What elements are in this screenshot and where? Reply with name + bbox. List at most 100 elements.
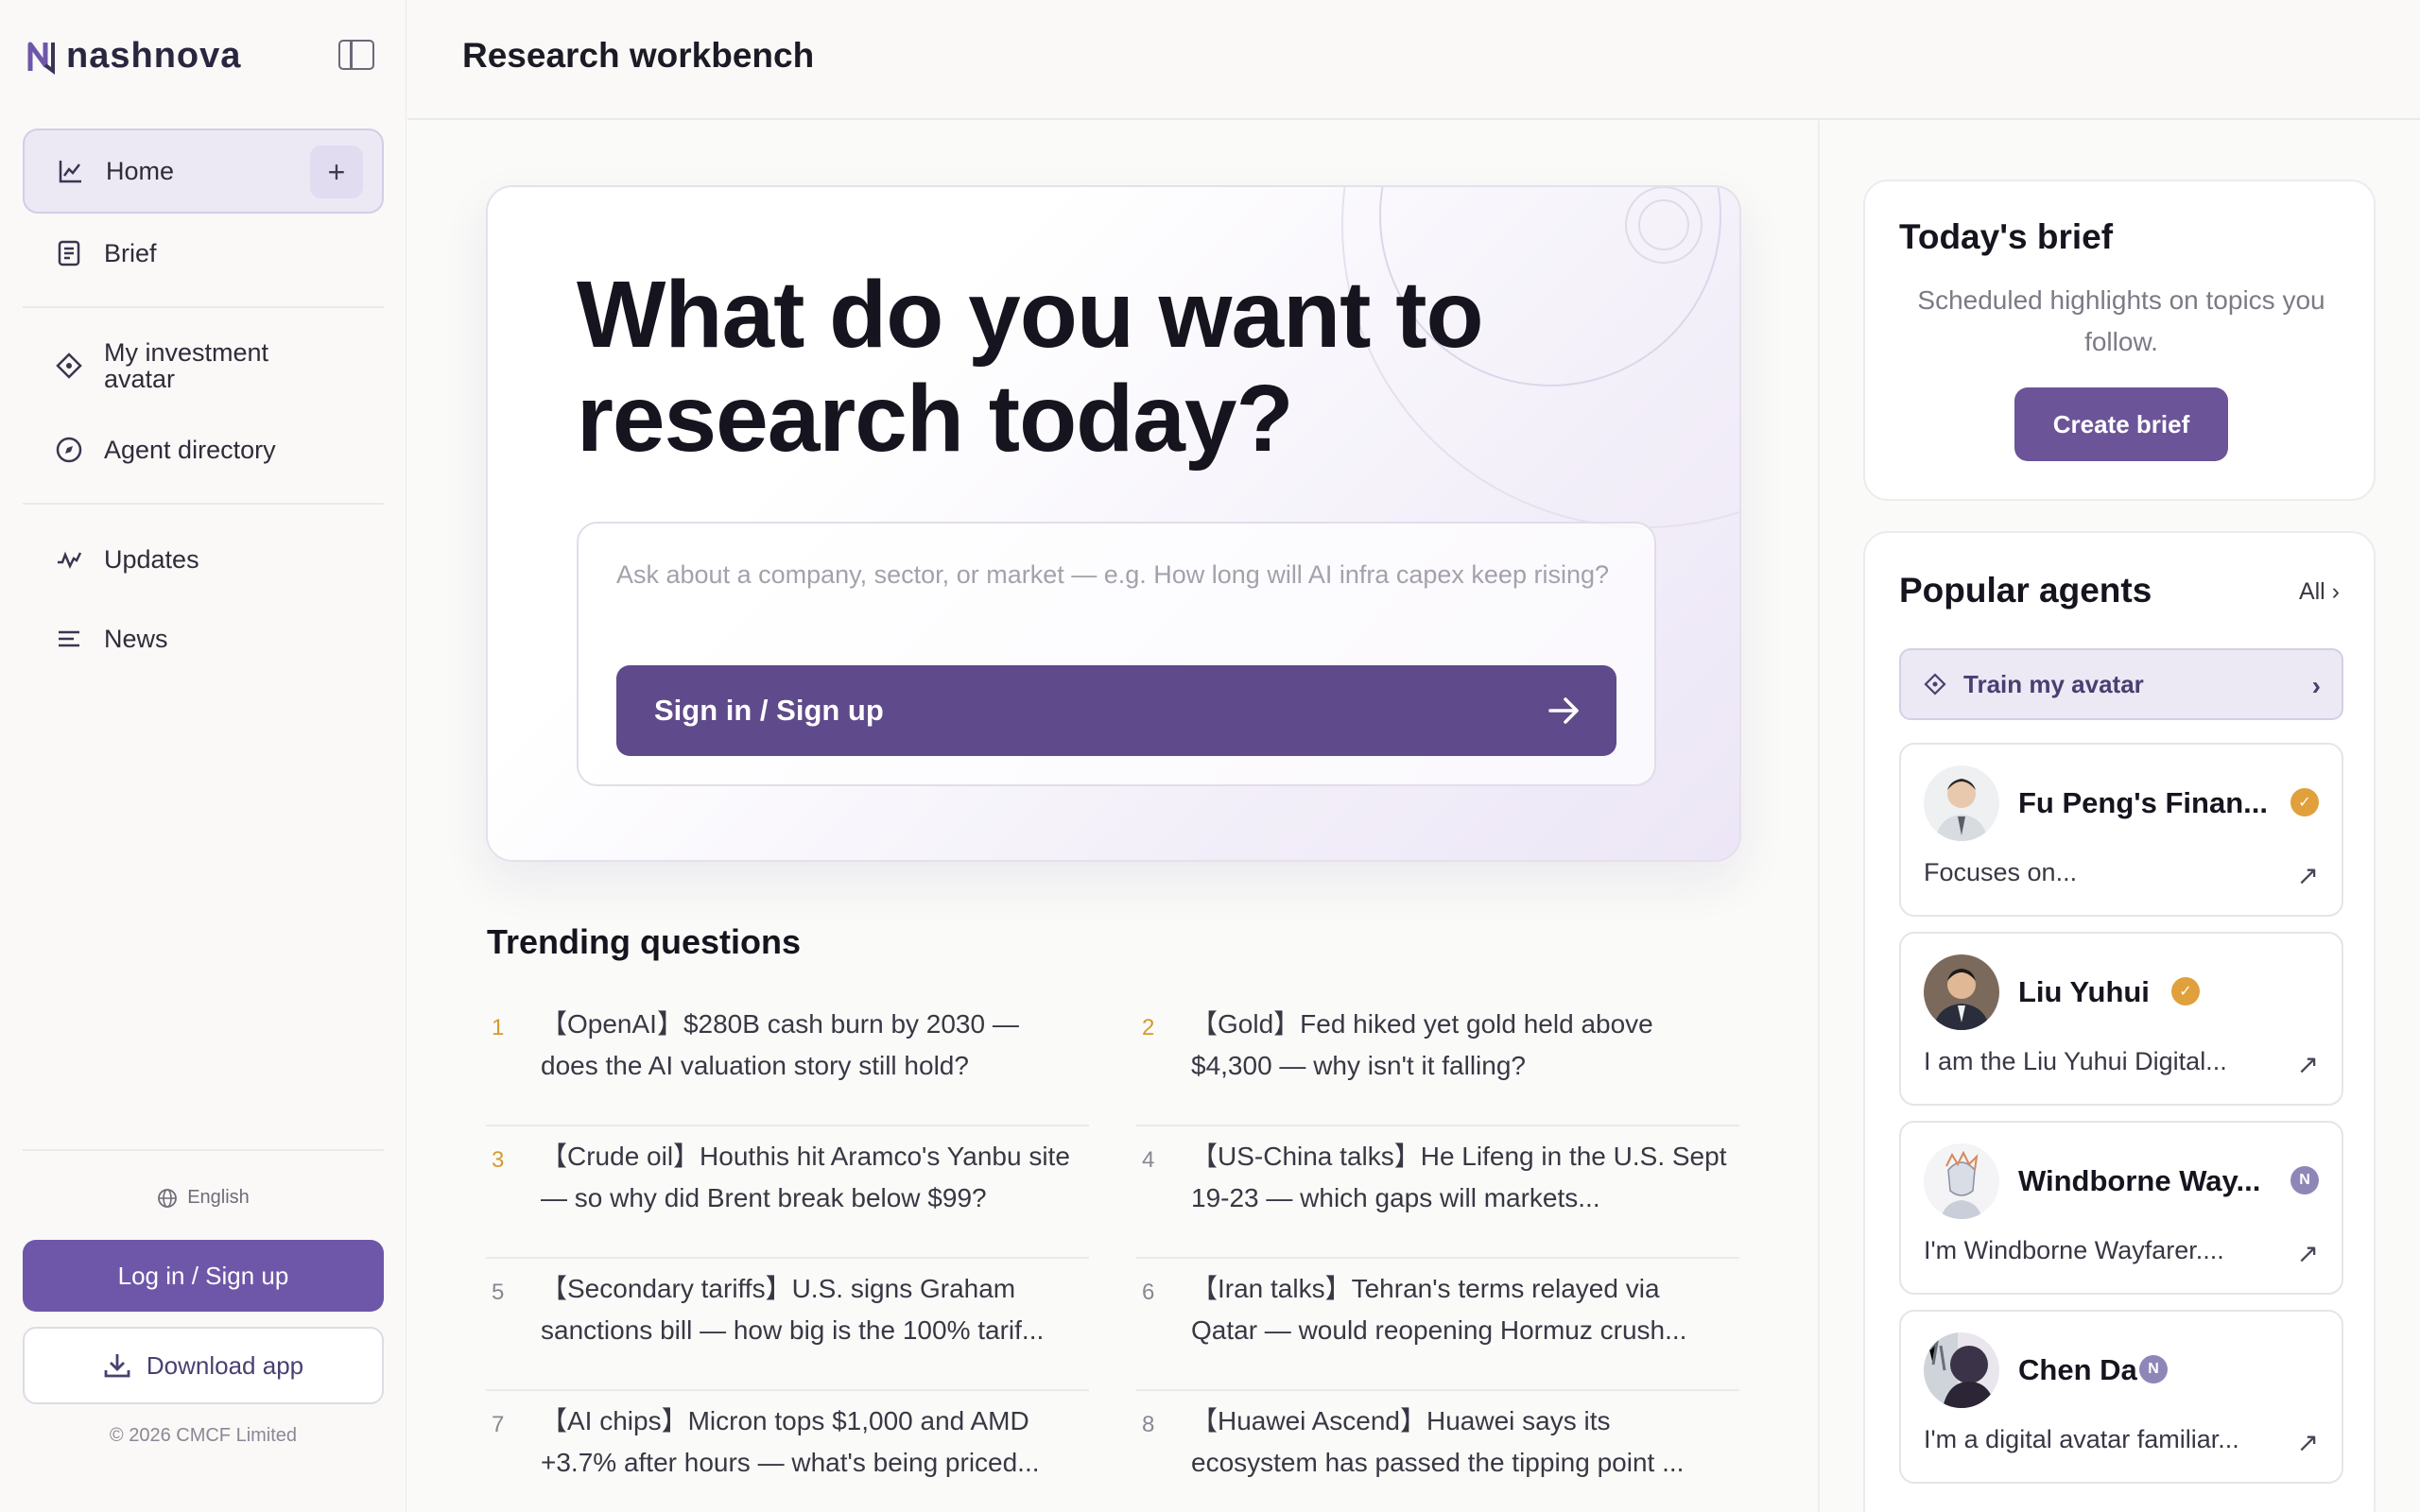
language-selector[interactable]: English: [0, 1187, 406, 1209]
agent-card[interactable]: Chen Da N I'm a digital avatar familiar.…: [1899, 1310, 2343, 1484]
agent-name: Chen Da: [2018, 1353, 2137, 1386]
sidebar-item-label: My investment avatar: [104, 337, 269, 393]
sidebar-item-label: News: [104, 624, 168, 653]
agent-card[interactable]: Liu Yuhui ✓ I am the Liu Yuhui Digital..…: [1899, 932, 2343, 1106]
chevron-right-icon: ›: [2311, 671, 2321, 700]
agent-name: Liu Yuhui: [2018, 975, 2150, 1008]
create-brief-button[interactable]: Create brief: [2014, 387, 2228, 461]
agent-name: Fu Peng's Finan...: [2018, 786, 2268, 819]
brand-name: nashnova: [66, 36, 242, 76]
trending-rank: 2: [1142, 1015, 1155, 1040]
agent-description: I am the Liu Yuhui Digital...: [1924, 1047, 2227, 1075]
sidebar: nashnova Home + Brief My investment avat…: [0, 0, 406, 1512]
login-signup-button[interactable]: Log in / Sign up: [23, 1240, 384, 1312]
train-avatar-label: Train my avatar: [1963, 669, 2144, 698]
hero-title: What do you want to research today?: [577, 262, 1484, 472]
trending-question: 【Huawei Ascend】Huawei says its ecosystem…: [1191, 1406, 1685, 1477]
avatar: [1924, 1332, 1999, 1408]
trending-item[interactable]: 3 【Crude oil】Houthis hit Aramco's Yanbu …: [486, 1126, 1089, 1259]
trending-item[interactable]: 5 【Secondary tariffs】U.S. signs Graham s…: [486, 1259, 1089, 1391]
document-icon: [55, 239, 83, 267]
sidebar-item-brief[interactable]: Brief: [23, 229, 384, 278]
sidebar-divider: [23, 1149, 384, 1151]
sidebar-item-updates[interactable]: Updates: [23, 535, 384, 584]
sidebar-item-label: Agent directory: [104, 435, 276, 464]
trending-rank: 8: [1142, 1412, 1155, 1437]
page-title: Research workbench: [462, 36, 815, 75]
sidebar-divider: [23, 306, 384, 308]
sidebar-item-news[interactable]: News: [23, 614, 384, 663]
sidebar-item-label: Brief: [104, 238, 157, 267]
sidebar-item-label: Updates: [104, 544, 199, 574]
globe-icon: [158, 1188, 178, 1208]
arrow-up-right-icon: ↗: [2296, 1050, 2319, 1079]
agents-title: Popular agents: [1899, 571, 2152, 610]
column-divider: [1818, 121, 1820, 1512]
trending-rank: 3: [492, 1147, 505, 1173]
avatar: [1924, 765, 1999, 841]
arrow-right-icon: [1548, 697, 1579, 724]
trending-title: Trending questions: [487, 922, 802, 961]
top-header: Research workbench: [407, 0, 2420, 120]
arrow-up-right-icon: ↗: [2296, 1428, 2319, 1457]
trending-question: 【Crude oil】Houthis hit Aramco's Yanbu si…: [541, 1142, 1070, 1212]
research-query-box[interactable]: Ask about a company, sector, or market —…: [577, 522, 1656, 786]
trending-rank: 4: [1142, 1147, 1155, 1173]
nashnova-badge-icon: N: [2139, 1355, 2168, 1383]
avatar: [1924, 1143, 1999, 1219]
list-icon: [55, 625, 83, 653]
trending-rank: 5: [492, 1280, 505, 1305]
trending-item[interactable]: 6 【Iran talks】Tehran's terms relayed via…: [1136, 1259, 1739, 1391]
agent-description: I'm Windborne Wayfarer....: [1924, 1236, 2224, 1264]
nashnova-badge-icon: N: [2290, 1166, 2319, 1194]
brand-logo[interactable]: nashnova: [26, 36, 241, 77]
agent-card[interactable]: Windborne Way... N I'm Windborne Wayfare…: [1899, 1121, 2343, 1295]
signin-signup-button[interactable]: Sign in / Sign up: [616, 665, 1616, 756]
train-avatar-button[interactable]: Train my avatar ›: [1899, 648, 2343, 720]
trending-question: 【OpenAI】$280B cash burn by 2030 — does t…: [541, 1009, 1019, 1080]
agent-description: Focuses on...: [1924, 858, 2078, 886]
trending-rank: 7: [492, 1412, 505, 1437]
brief-subtitle: Scheduled highlights on topics you follo…: [1917, 285, 2325, 356]
arrow-up-right-icon: ↗: [2296, 861, 2319, 890]
search-input[interactable]: Ask about a company, sector, or market —…: [616, 554, 1618, 595]
trending-rank: 1: [492, 1015, 505, 1040]
todays-brief-card: Today's brief Scheduled highlights on to…: [1863, 180, 2376, 501]
arrow-up-right-icon: ↗: [2296, 1239, 2319, 1268]
popular-agents-card: Popular agents All › Train my avatar › F…: [1863, 531, 2376, 1512]
verified-badge-icon: ✓: [2290, 788, 2319, 816]
copyright-text: © 2026 CMCF Limited: [109, 1425, 298, 1446]
trending-item[interactable]: 4 【US-China talks】He Lifeng in the U.S. …: [1136, 1126, 1739, 1259]
agent-description: I'm a digital avatar familiar...: [1924, 1425, 2239, 1453]
sidebar-item-home[interactable]: Home +: [23, 129, 384, 214]
agent-name: Windborne Way...: [2018, 1164, 2261, 1197]
trending-item[interactable]: 2 【Gold】Fed hiked yet gold held above $4…: [1136, 994, 1739, 1126]
language-label: English: [187, 1187, 250, 1208]
sidebar-item-investment-avatar[interactable]: My investment avatar: [23, 336, 384, 395]
activity-icon: [55, 545, 83, 574]
trending-rank: 6: [1142, 1280, 1155, 1305]
view-all-agents-link[interactable]: All ›: [2299, 578, 2340, 606]
trending-item[interactable]: 7 【AI chips】Micron tops $1,000 and AMD +…: [486, 1391, 1089, 1512]
trending-question: 【AI chips】Micron tops $1,000 and AMD +3.…: [541, 1406, 1040, 1477]
hero-card: What do you want to research today? Ask …: [486, 185, 1741, 862]
sidebar-item-label: Home: [106, 156, 175, 185]
download-icon: [104, 1354, 130, 1378]
brief-title: Today's brief: [1899, 217, 2114, 256]
verified-badge-icon: ✓: [2171, 977, 2200, 1005]
agent-card[interactable]: Fu Peng's Finan... ✓ Focuses on... ↗: [1899, 743, 2343, 917]
signin-label: Sign in / Sign up: [654, 694, 884, 727]
new-chat-button[interactable]: +: [310, 146, 363, 198]
trending-question: 【US-China talks】He Lifeng in the U.S. Se…: [1191, 1142, 1727, 1212]
logo-icon: [27, 42, 55, 75]
trending-item[interactable]: 1 【OpenAI】$280B cash burn by 2030 — does…: [486, 994, 1089, 1126]
sidebar-collapse-icon[interactable]: [338, 40, 374, 70]
download-app-button[interactable]: Download app: [23, 1327, 384, 1404]
trending-question: 【Gold】Fed hiked yet gold held above $4,3…: [1191, 1009, 1653, 1080]
compass-icon: [55, 436, 83, 464]
download-label: Download app: [146, 1350, 304, 1380]
trending-question: 【Secondary tariffs】U.S. signs Graham san…: [541, 1274, 1045, 1345]
sidebar-item-agent-directory[interactable]: Agent directory: [23, 425, 384, 474]
diamond-icon: [55, 352, 83, 380]
trending-item[interactable]: 8 【Huawei Ascend】Huawei says its ecosyst…: [1136, 1391, 1739, 1512]
